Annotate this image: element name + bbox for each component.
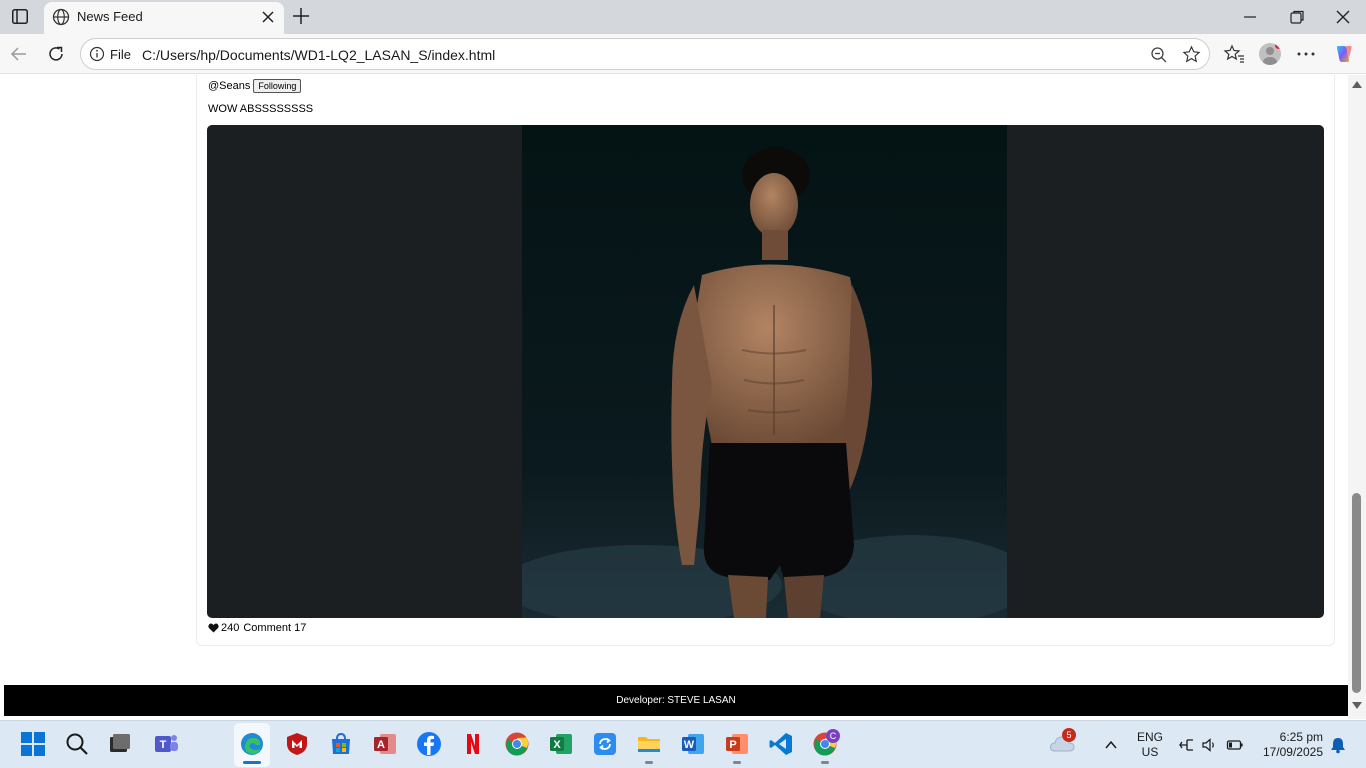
mcafee-icon[interactable] (284, 731, 310, 757)
svg-text:T: T (160, 739, 167, 751)
globe-icon (52, 8, 70, 26)
close-tab-icon[interactable] (260, 9, 276, 25)
svg-text:W: W (684, 739, 695, 751)
language-indicator[interactable]: ENG US (1137, 730, 1163, 760)
address-url[interactable]: C:/Users/hp/Documents/WD1-LQ2_LASAN_S/in… (142, 47, 495, 63)
favorite-star-icon[interactable] (1182, 45, 1201, 64)
microsoft-store-icon[interactable] (328, 731, 354, 757)
post-handle[interactable]: @Seans (208, 80, 250, 92)
edge-running-indicator (243, 761, 261, 764)
post-card: @Seans Following WOW ABSSSSSSSS 240 Comm… (196, 75, 1335, 646)
language-code: ENG (1137, 730, 1164, 744)
page-scrollbar[interactable] (1348, 75, 1366, 719)
facebook-icon[interactable] (416, 731, 442, 757)
edge-icon[interactable] (239, 731, 265, 757)
svg-text:A: A (377, 739, 385, 751)
clock-date: 17/09/2025 (1262, 745, 1323, 759)
browser-toolbar: File C:/Users/hp/Documents/WD1-LQ2_LASAN… (0, 34, 1366, 74)
heart-icon[interactable] (208, 623, 219, 633)
browser-title-bar: News Feed (0, 0, 1366, 34)
word-icon[interactable]: W (680, 731, 706, 757)
explorer-running-indicator (645, 761, 653, 764)
address-bar[interactable]: File C:/Users/hp/Documents/WD1-LQ2_LASAN… (80, 38, 1210, 70)
task-view-icon[interactable] (107, 731, 133, 757)
footer-developer-text: Developer: STEVE LASAN (616, 695, 736, 706)
powerpoint-icon[interactable]: P (724, 731, 750, 757)
file-explorer-icon[interactable] (636, 731, 662, 757)
weather-badge: 5 (1062, 728, 1076, 742)
chrome-running-indicator (821, 761, 829, 764)
new-tab-icon[interactable] (291, 6, 311, 26)
battery-icon[interactable] (1226, 736, 1244, 754)
scroll-down-arrow-icon[interactable] (1352, 702, 1362, 709)
tab-title: News Feed (77, 9, 143, 24)
minimize-icon[interactable] (1241, 8, 1259, 26)
post-media[interactable] (207, 125, 1324, 618)
favorites-icon[interactable] (1223, 43, 1245, 65)
page-viewport: @Seans Following WOW ABSSSSSSSS 240 Comm… (0, 75, 1348, 719)
tab-news-feed[interactable]: News Feed (44, 2, 284, 34)
excel-icon[interactable]: X (548, 731, 574, 757)
post-text: WOW ABSSSSSSSS (208, 103, 314, 115)
post-photo (522, 125, 1007, 618)
notification-dot (1275, 43, 1281, 49)
following-button[interactable]: Following (253, 79, 302, 93)
system-clock[interactable]: 6:25 pm 17/09/2025 (1257, 730, 1323, 760)
like-count: 240 (221, 622, 240, 634)
notification-bell-icon[interactable] (1329, 736, 1347, 754)
language-region: US (1141, 745, 1159, 759)
sync-app-icon[interactable] (592, 731, 618, 757)
restore-icon[interactable] (1288, 8, 1306, 26)
network-icon[interactable] (1178, 736, 1196, 754)
search-icon[interactable] (64, 731, 90, 757)
teams-icon[interactable]: T (153, 731, 179, 757)
post-header: @Seans Following (208, 79, 302, 93)
profile-avatar[interactable] (1259, 43, 1281, 65)
copilot-icon[interactable] (1332, 43, 1354, 65)
svg-text:P: P (729, 739, 736, 751)
zoom-out-icon[interactable] (1150, 46, 1168, 64)
back-icon[interactable] (9, 44, 29, 64)
info-icon[interactable] (89, 46, 105, 62)
netflix-icon[interactable] (460, 731, 486, 757)
powerpoint-running-indicator (733, 761, 741, 764)
page-footer: Developer: STEVE LASAN (4, 685, 1348, 716)
refresh-icon[interactable] (46, 44, 66, 64)
chrome-profile-badge: C (826, 729, 840, 743)
address-scheme-label: File (110, 47, 131, 62)
post-stats: 240 Comment 17 (208, 622, 306, 634)
volume-icon[interactable] (1201, 736, 1219, 754)
taskbar: T A X W P C 5 ENG US 6:25 pm 17/09/2025 (0, 720, 1366, 768)
comment-count[interactable]: Comment 17 (243, 622, 306, 634)
close-window-icon[interactable] (1334, 8, 1352, 26)
vscode-icon[interactable] (768, 731, 794, 757)
scrollbar-thumb[interactable] (1352, 493, 1361, 693)
show-hidden-icons-chevron-icon[interactable] (1102, 736, 1120, 754)
clock-time: 6:25 pm (1279, 730, 1323, 744)
tab-actions-icon[interactable] (11, 8, 29, 25)
windows-start-icon[interactable] (20, 731, 46, 757)
chrome-icon[interactable] (504, 731, 530, 757)
scroll-up-arrow-icon[interactable] (1352, 81, 1362, 88)
more-options-icon[interactable] (1295, 43, 1317, 65)
svg-text:X: X (553, 739, 561, 751)
access-icon[interactable]: A (372, 731, 398, 757)
